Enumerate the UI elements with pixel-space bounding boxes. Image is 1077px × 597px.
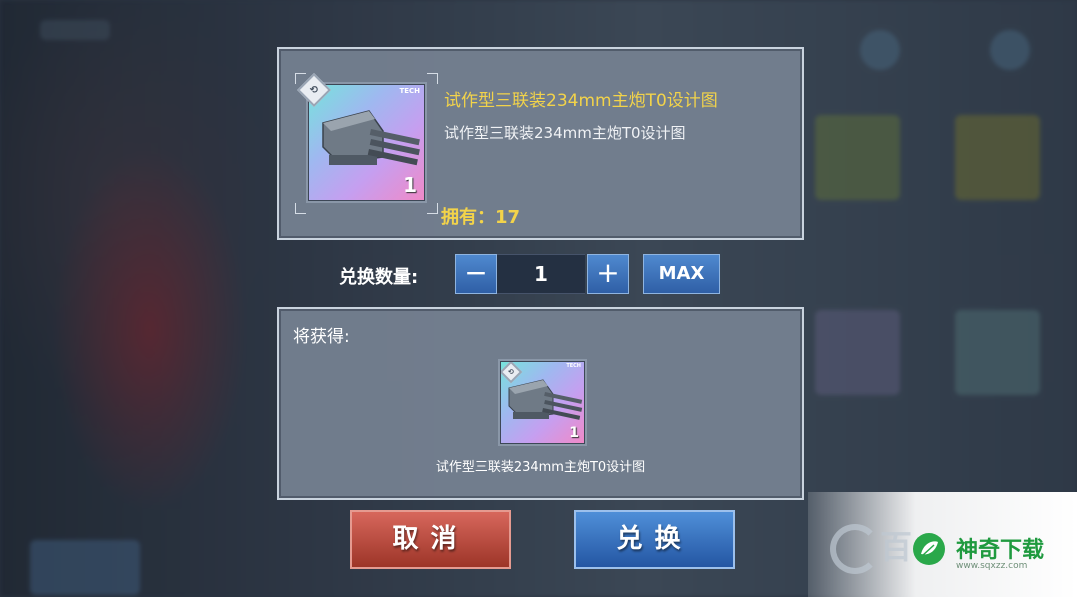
- watermark-ring-icon: [830, 524, 880, 574]
- watermark-url: www.sqxzz.com: [956, 561, 1028, 571]
- quantity-field[interactable]: 1: [497, 254, 585, 294]
- tech-tag: TECH: [399, 87, 420, 95]
- owned-label: 拥有：: [441, 207, 495, 228]
- owned-value: 17: [495, 207, 521, 228]
- watermark-faint-text: 百: [880, 528, 913, 566]
- watermark-name: 神奇下载: [956, 538, 1045, 563]
- item-card[interactable]: TECH 1: [308, 84, 425, 201]
- card-count: 1: [569, 425, 579, 441]
- decrease-button[interactable]: −: [455, 254, 497, 294]
- increase-button[interactable]: +: [587, 254, 629, 294]
- reward-card[interactable]: ⟲ TECH 1: [500, 361, 585, 444]
- owned-count: 拥有：17: [441, 203, 520, 229]
- max-button[interactable]: MAX: [643, 254, 720, 294]
- reward-name: 试作型三联装234mm主炮T0设计图: [435, 460, 646, 475]
- watermark: 百 神奇下载 www.sqxzz.com: [808, 492, 1077, 597]
- item-title: 试作型三联装234mm主炮T0设计图: [444, 91, 718, 111]
- cancel-button[interactable]: 取消: [350, 510, 511, 569]
- tech-tag: TECH: [566, 363, 581, 369]
- item-subtitle: 试作型三联装234mm主炮T0设计图: [444, 124, 686, 142]
- reward-label: 将获得:: [293, 327, 350, 347]
- exchange-button[interactable]: 兑换: [574, 510, 735, 569]
- quantity-label: 兑换数量:: [339, 267, 419, 288]
- card-count: 1: [403, 173, 417, 197]
- leaf-logo-icon: [913, 533, 945, 565]
